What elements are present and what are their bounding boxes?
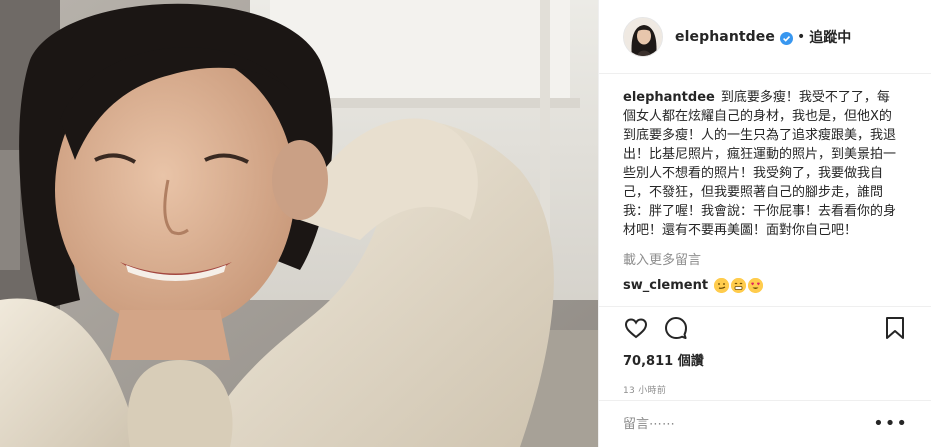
post-header: elephantdee • 追蹤中 [599,0,931,74]
more-options-icon[interactable]: ••• [873,415,908,433]
heart-eyes-emoji [748,278,764,293]
header-username[interactable]: elephantdee [675,29,775,45]
post-timestamp[interactable]: 13 小時前 [623,383,908,396]
load-more-comments-button[interactable]: 載入更多留言 [623,249,908,268]
post-sidebar: elephantdee • 追蹤中 elephantdee 到底要多瘦！我受不了了… [598,0,931,447]
add-comment-bar: ••• [599,400,931,447]
selfie-image [0,0,598,447]
post-photo[interactable] [0,0,598,447]
comment-icon[interactable] [663,315,689,341]
post-actions: 70,811 個讚 13 小時前 [599,306,931,396]
avatar[interactable] [623,16,663,57]
heart-icon[interactable] [623,315,649,341]
caption-username[interactable]: elephantdee [623,90,715,105]
action-icons [623,307,908,349]
comments-area: elephantdee 到底要多瘦！我受不了了，每個女人都在炫耀自己的身材，我也是… [599,74,931,306]
bookmark-icon[interactable] [882,315,908,341]
following-button[interactable]: 追蹤中 [809,27,851,47]
avatar-image [624,17,662,56]
comment-username[interactable]: sw_clement [623,278,708,293]
header-separator: • [797,28,806,45]
grin-emoji [731,278,747,293]
verified-badge-icon [780,30,793,45]
comment-input[interactable] [623,416,874,432]
like-count[interactable]: 70,811 個讚 [623,350,908,369]
caption-text: 到底要多瘦！我受不了了，每個女人都在炫耀自己的身材，我也是，但他X的到底要多瘦！… [623,90,897,238]
comment-item: sw_clement [623,278,908,293]
smirk-emoji [714,278,730,293]
caption: elephantdee 到底要多瘦！我受不了了，每個女人都在炫耀自己的身材，我也是… [623,88,899,240]
